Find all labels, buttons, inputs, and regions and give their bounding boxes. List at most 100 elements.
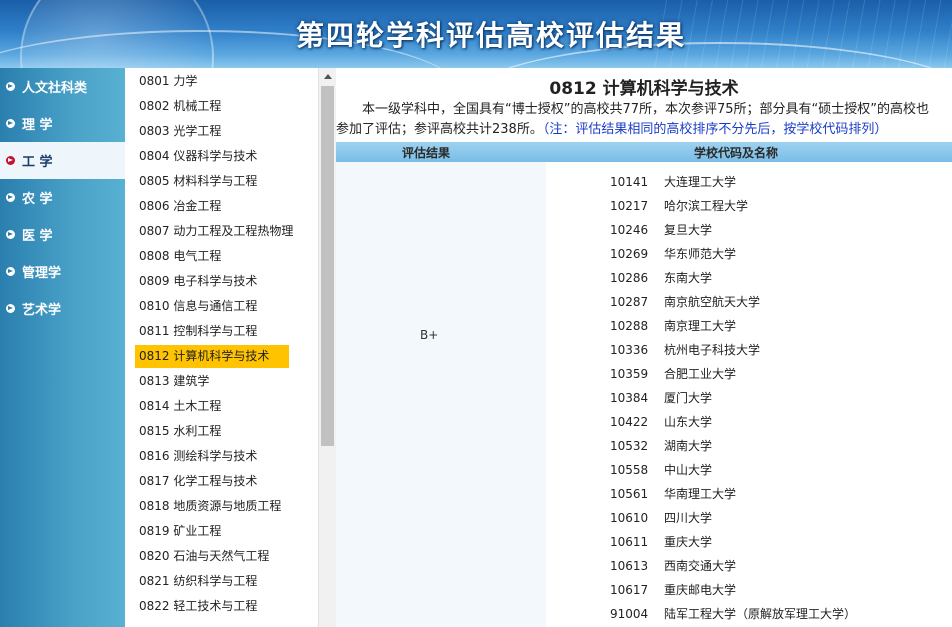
arrow-bullet-icon <box>6 230 15 239</box>
school-name[interactable]: 重庆大学 <box>664 530 712 554</box>
subject-item[interactable]: 0804 仪器科学与技术 <box>135 145 261 168</box>
scroll-up-arrow-icon[interactable] <box>324 74 332 79</box>
school-code: 10611 <box>610 535 649 549</box>
school-code: 10422 <box>610 415 649 429</box>
school-name[interactable]: 西南交通大学 <box>664 554 736 578</box>
decorative-lines <box>652 0 952 68</box>
subject-item[interactable]: 0809 电子科学与技术 <box>135 270 261 293</box>
table-row: 10561 华南理工大学 <box>546 482 952 506</box>
category-label: 人文社科类 <box>22 81 88 96</box>
table-row: 10422 山东大学 <box>546 410 952 434</box>
school-name[interactable]: 陆军工程大学（原解放军理工大学） <box>664 602 856 626</box>
subject-item[interactable]: 0815 水利工程 <box>135 420 225 443</box>
category-item[interactable]: 人文社科类 <box>0 68 125 105</box>
subject-item[interactable]: 0813 建筑学 <box>135 370 213 393</box>
header-banner: 第四轮学科评估高校评估结果 <box>0 0 952 68</box>
subject-item[interactable]: 0816 测绘科学与技术 <box>135 445 261 468</box>
subject-list-scrollbar[interactable] <box>318 68 337 627</box>
category-item[interactable]: 艺术学 <box>0 290 125 327</box>
subject-list: 0801 力学 0802 机械工程 0803 光学工程 0804 仪器科学与技术 080… <box>125 68 318 627</box>
category-item[interactable]: 医 学 <box>0 216 125 253</box>
arrow-bullet-icon <box>6 82 15 91</box>
subject-item[interactable]: 0801 力学 <box>135 70 201 93</box>
school-name[interactable]: 南京航空航天大学 <box>664 290 760 314</box>
school-name[interactable]: 重庆邮电大学 <box>664 578 736 602</box>
category-label: 管理学 <box>22 266 62 281</box>
category-sidebar: 人文社科类理 学工 学农 学医 学管理学艺术学 <box>0 68 125 627</box>
school-list: 10141 大连理工大学 10217 哈尔滨工程大学 10246 复旦大学 10269 华东师… <box>546 162 952 627</box>
school-name[interactable]: 华东师范大学 <box>664 242 736 266</box>
category-item[interactable]: 工 学 <box>0 142 125 179</box>
subject-item[interactable]: 0820 石油与天然气工程 <box>135 545 273 568</box>
school-name[interactable]: 南京理工大学 <box>664 314 736 338</box>
school-code: 10246 <box>610 223 649 237</box>
school-code: 10336 <box>610 343 649 357</box>
scrollbar-thumb[interactable] <box>321 86 334 446</box>
arrow-bullet-icon <box>6 304 15 313</box>
table-row: 10610 四川大学 <box>546 506 952 530</box>
subject-item[interactable]: 0812 计算机科学与技术 <box>135 345 289 368</box>
school-name[interactable]: 四川大学 <box>664 506 712 530</box>
subject-item[interactable]: 0821 纺织科学与工程 <box>135 570 261 593</box>
subject-item[interactable]: 0819 矿业工程 <box>135 520 225 543</box>
school-name[interactable]: 哈尔滨工程大学 <box>664 194 748 218</box>
arrow-bullet-icon <box>6 119 15 128</box>
subject-item[interactable]: 0805 材料科学与工程 <box>135 170 261 193</box>
table-row: 10613 西南交通大学 <box>546 554 952 578</box>
school-name[interactable]: 复旦大学 <box>664 218 712 242</box>
subject-item[interactable]: 0810 信息与通信工程 <box>135 295 261 318</box>
school-name[interactable]: 厦门大学 <box>664 386 712 410</box>
table-row: 91004 陆军工程大学（原解放军理工大学） <box>546 602 952 626</box>
school-name[interactable]: 合肥工业大学 <box>664 362 736 386</box>
table-row: 10269 华东师范大学 <box>546 242 952 266</box>
category-label: 艺术学 <box>22 303 62 318</box>
school-code: 10561 <box>610 487 649 501</box>
school-name[interactable]: 大连理工大学 <box>664 170 736 194</box>
category-item[interactable]: 农 学 <box>0 179 125 216</box>
grade-column: B+ <box>336 162 546 627</box>
subject-item[interactable]: 0806 冶金工程 <box>135 195 225 218</box>
category-item[interactable]: 理 学 <box>0 105 125 142</box>
arrow-bullet-icon <box>6 193 15 202</box>
table-row: 10532 湖南大学 <box>546 434 952 458</box>
school-code: 10558 <box>610 463 649 477</box>
subject-item[interactable]: 0822 轻工技术与工程 <box>135 595 261 618</box>
school-code: 10217 <box>610 199 649 213</box>
school-name[interactable]: 东南大学 <box>664 266 712 290</box>
grade-value: B+ <box>420 328 439 342</box>
school-code: 10141 <box>610 175 649 189</box>
school-name[interactable]: 山东大学 <box>664 410 712 434</box>
school-code: 10359 <box>610 367 649 381</box>
school-name[interactable]: 中山大学 <box>664 458 712 482</box>
arrow-bullet-icon <box>6 156 15 165</box>
subject-item[interactable]: 0818 地质资源与地质工程 <box>135 495 285 518</box>
category-label: 医 学 <box>22 229 53 244</box>
subject-item[interactable]: 0814 土木工程 <box>135 395 225 418</box>
description-line: 本一级学科中，全国具有“博士授权”的高校共77所，本次参评75所；部分具有“硕士… <box>362 102 930 117</box>
table-row: 10384 厦门大学 <box>546 386 952 410</box>
subject-description: 本一级学科中，全国具有“博士授权”的高校共77所，本次参评75所；部分具有“硕士… <box>336 100 952 140</box>
school-name[interactable]: 杭州电子科技大学 <box>664 338 760 362</box>
main-content: 0812 计算机科学与技术 本一级学科中，全国具有“博士授权”的高校共77所，本… <box>336 68 952 627</box>
table-row: 10287 南京航空航天大学 <box>546 290 952 314</box>
category-item[interactable]: 管理学 <box>0 253 125 290</box>
category-label: 工 学 <box>22 155 53 170</box>
school-code: 10269 <box>610 247 649 261</box>
school-code: 10288 <box>610 319 649 333</box>
subject-item[interactable]: 0803 光学工程 <box>135 120 225 143</box>
school-code: 91004 <box>610 607 649 621</box>
subject-item[interactable]: 0807 动力工程及工程热物理 <box>135 220 297 243</box>
category-label: 农 学 <box>22 192 53 207</box>
table-row: 10617 重庆邮电大学 <box>546 578 952 602</box>
school-name[interactable]: 湖南大学 <box>664 434 712 458</box>
subject-item[interactable]: 0811 控制科学与工程 <box>135 320 261 343</box>
subject-item[interactable]: 0808 电气工程 <box>135 245 225 268</box>
subject-item[interactable]: 0817 化学工程与技术 <box>135 470 261 493</box>
column-header-grade: 评估结果 <box>402 146 451 160</box>
school-name[interactable]: 华南理工大学 <box>664 482 736 506</box>
subject-item[interactable]: 0802 机械工程 <box>135 95 225 118</box>
school-code: 10287 <box>610 295 649 309</box>
category-label: 理 学 <box>22 118 53 133</box>
school-code: 10286 <box>610 271 649 285</box>
school-code: 10613 <box>610 559 649 573</box>
